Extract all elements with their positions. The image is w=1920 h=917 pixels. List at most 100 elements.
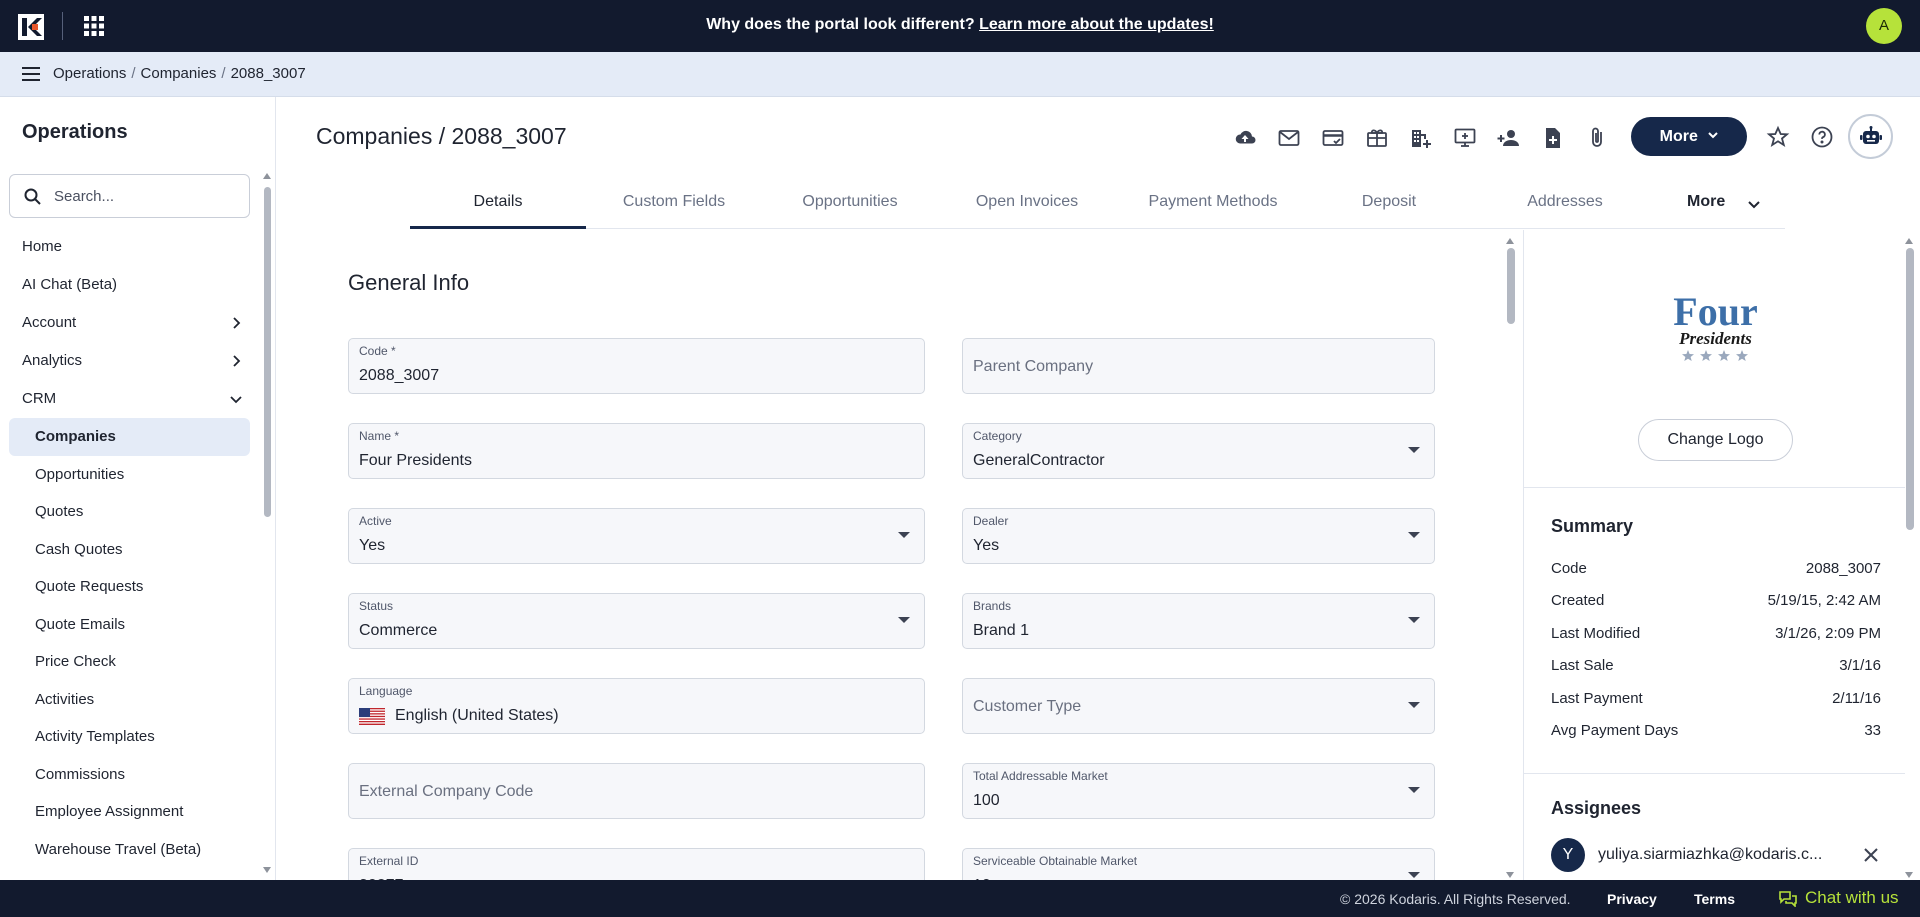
- parent-company-field[interactable]: Parent Company: [962, 338, 1435, 394]
- scroll-down-icon[interactable]: [1506, 872, 1514, 878]
- scrollbar-thumb[interactable]: [264, 187, 271, 517]
- sidebar-item-employee-assignment[interactable]: Employee Assignment: [0, 793, 262, 831]
- tab-custom-fields[interactable]: Custom Fields: [586, 193, 762, 211]
- serviceable-obtainable-market-select[interactable]: Serviceable Obtainable Market 10: [962, 848, 1435, 880]
- external-id-field[interactable]: External ID 30277: [348, 848, 925, 880]
- privacy-link[interactable]: Privacy: [1607, 891, 1657, 907]
- add-document-icon[interactable]: [1541, 126, 1565, 150]
- brands-select[interactable]: Brands Brand 1: [962, 593, 1435, 649]
- language-select[interactable]: Language English (United States): [348, 678, 925, 734]
- tab-more[interactable]: More: [1687, 193, 1760, 211]
- assignee-avatar: Y: [1551, 838, 1585, 872]
- tab-opportunities[interactable]: Opportunities: [762, 193, 938, 211]
- attachment-icon[interactable]: [1585, 126, 1609, 150]
- scroll-up-icon[interactable]: [263, 173, 271, 179]
- footer: © 2026 Kodaris. All Rights Reserved. Pri…: [0, 880, 1920, 917]
- field-label: Brands: [973, 599, 1012, 613]
- sidebar-item-home[interactable]: Home: [0, 228, 262, 266]
- tab-deposit[interactable]: Deposit: [1301, 193, 1477, 211]
- sidebar-item-price-check[interactable]: Price Check: [0, 643, 262, 681]
- total-addressable-market-select[interactable]: Total Addressable Market 100: [962, 763, 1435, 819]
- scroll-down-icon[interactable]: [263, 867, 271, 873]
- active-select[interactable]: Active Yes: [348, 508, 925, 564]
- sidebar-item-activity-templates[interactable]: Activity Templates: [0, 718, 262, 756]
- tab-payment-methods[interactable]: Payment Methods: [1115, 193, 1311, 211]
- scroll-up-icon[interactable]: [1905, 238, 1913, 244]
- add-company-icon[interactable]: [1409, 126, 1433, 150]
- sidebar-item-account[interactable]: Account: [0, 304, 262, 342]
- scroll-up-icon[interactable]: [1506, 238, 1514, 244]
- sidebar-title: Operations: [22, 121, 128, 143]
- sidebar-item-warehouse-travel[interactable]: Warehouse Travel (Beta): [0, 831, 262, 869]
- sidebar-search[interactable]: [9, 174, 250, 218]
- change-logo-button[interactable]: Change Logo: [1638, 419, 1793, 461]
- chat-with-us-button[interactable]: Chat with us: [1779, 888, 1899, 908]
- breadcrumb: Operations / Companies/2088_3007: [53, 65, 306, 82]
- form-scrollbar[interactable]: [1506, 238, 1516, 878]
- sidebar-item-ai-chat[interactable]: AI Chat (Beta): [0, 266, 262, 304]
- sidebar-item-crm[interactable]: CRM: [0, 380, 262, 418]
- status-select[interactable]: Status Commerce: [348, 593, 925, 649]
- summary-panel: Four Presidents Change Logo Summary Code…: [1523, 230, 1905, 880]
- copyright-text: © 2026 Kodaris. All Rights Reserved.: [1340, 891, 1571, 907]
- user-avatar[interactable]: A: [1866, 8, 1902, 44]
- dealer-select[interactable]: Dealer Yes: [962, 508, 1435, 564]
- scrollbar-thumb[interactable]: [1906, 248, 1914, 530]
- sidebar-item-analytics[interactable]: Analytics: [0, 342, 262, 380]
- chevron-down-icon: [1708, 132, 1719, 139]
- dropdown-caret-icon: [1408, 617, 1420, 623]
- cloud-upload-icon[interactable]: [1233, 126, 1257, 150]
- sidebar-scrollbar[interactable]: [263, 173, 272, 873]
- tab-addresses[interactable]: Addresses: [1477, 193, 1653, 211]
- sidebar-item-quote-requests[interactable]: Quote Requests: [0, 568, 262, 606]
- tab-open-invoices[interactable]: Open Invoices: [939, 193, 1115, 211]
- tab-details[interactable]: Details: [410, 193, 586, 211]
- panel-scrollbar[interactable]: [1905, 238, 1915, 878]
- name-field[interactable]: Name * Four Presidents: [348, 423, 925, 479]
- field-placeholder: Customer Type: [973, 698, 1082, 715]
- add-person-icon[interactable]: [1497, 126, 1521, 150]
- banner-link[interactable]: Learn more about the updates!: [979, 16, 1214, 33]
- external-company-code-field[interactable]: External Company Code: [348, 763, 925, 819]
- logo-text-top: Four: [1673, 290, 1757, 334]
- add-screen-icon[interactable]: [1453, 126, 1477, 150]
- field-label: Code *: [359, 344, 396, 358]
- search-input[interactable]: [54, 185, 239, 207]
- remove-assignee-close-icon[interactable]: [1861, 845, 1881, 865]
- terms-link[interactable]: Terms: [1694, 891, 1735, 907]
- chat-label: Chat with us: [1805, 888, 1899, 907]
- sidebar-item-activities[interactable]: Activities: [0, 681, 262, 719]
- assignee-item: Y yuliya.siarmiazhka@kodaris.c...: [1551, 838, 1881, 874]
- help-icon[interactable]: [1810, 125, 1834, 149]
- robot-icon: [1860, 126, 1882, 144]
- sidebar-item-opportunities[interactable]: Opportunities: [0, 456, 262, 494]
- sidebar-item-quotes[interactable]: Quotes: [0, 493, 262, 531]
- payment-card-icon[interactable]: [1321, 126, 1345, 150]
- gift-card-icon[interactable]: [1365, 126, 1389, 150]
- active-tab-indicator: [410, 226, 586, 229]
- sidebar-item-cash-quotes[interactable]: Cash Quotes: [0, 531, 262, 569]
- ai-assistant-button[interactable]: [1848, 114, 1893, 159]
- code-field[interactable]: Code * 2088_3007: [348, 338, 925, 394]
- sidebar-item-commissions[interactable]: Commissions: [0, 756, 262, 794]
- more-actions-label: More: [1659, 128, 1698, 145]
- sidebar-item-label: AI Chat (Beta): [22, 276, 118, 293]
- assignee-email[interactable]: yuliya.siarmiazhka@kodaris.c...: [1598, 846, 1822, 864]
- breadcrumb-bar: Operations / Companies/2088_3007: [0, 52, 1920, 97]
- scrollbar-thumb[interactable]: [1507, 248, 1515, 324]
- category-select[interactable]: Category GeneralContractor: [962, 423, 1435, 479]
- sidebar-item-quote-emails[interactable]: Quote Emails: [0, 606, 262, 644]
- details-form: General Info Code * 2088_3007 Parent Com…: [277, 230, 1522, 880]
- more-actions-button[interactable]: More: [1631, 117, 1747, 156]
- scroll-down-icon[interactable]: [1905, 872, 1913, 878]
- breadcrumb-companies[interactable]: Companies: [141, 65, 217, 82]
- sidebar-item-companies[interactable]: Companies: [9, 418, 250, 456]
- tab-bar: Details Custom Fields Opportunities Open…: [410, 181, 1785, 229]
- mail-icon[interactable]: [1277, 126, 1301, 150]
- favorite-star-icon[interactable]: [1766, 125, 1790, 149]
- sidebar-item-label: Analytics: [22, 352, 83, 369]
- field-label: External ID: [359, 854, 419, 868]
- menu-icon[interactable]: [22, 66, 40, 82]
- breadcrumb-operations[interactable]: Operations: [53, 65, 126, 82]
- customer-type-select[interactable]: Customer Type: [962, 678, 1435, 734]
